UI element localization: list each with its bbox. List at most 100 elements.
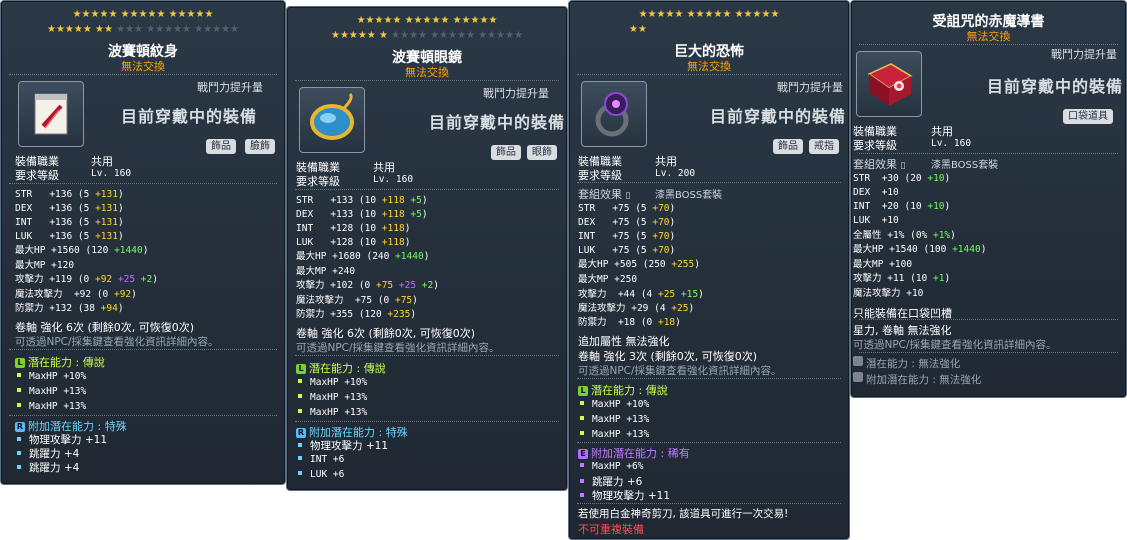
potential-header: L 潛在能力 : 傳說	[15, 354, 105, 370]
divider	[295, 189, 559, 190]
additional-potential-line: MaxHP +6%	[580, 461, 643, 472]
level-label: 要求等級	[578, 169, 622, 182]
stat-luk: LUK +128 (10 +118)	[296, 237, 411, 248]
untradeable-label: 無法交換	[687, 60, 731, 73]
divider	[9, 349, 277, 350]
stat-defense: 防禦力 +355 (120 +235)	[296, 309, 417, 320]
combat-power-label: 戰鬥力提升量	[197, 81, 263, 94]
npc-hint: 可透過NPC/採集鍵查看強化資訊詳細內容。	[853, 339, 1057, 351]
potential-line: MaxHP +10%	[298, 377, 367, 388]
additional-potential-line: 物理攻擊力 +11	[17, 432, 107, 447]
stat-str: STR +133 (10 +118 +5)	[296, 195, 428, 206]
additional-potential-line: LUK +6	[298, 469, 344, 480]
divider	[859, 352, 1118, 353]
item-tooltip-giant-terror: ★★★★★ ★★★★★ ★★★★★ ★★ 巨大的恐怖 無法交換 戰鬥力提升量 目…	[568, 0, 850, 540]
stat-str: STR +136 (5 +131)	[15, 189, 124, 200]
potential-disabled-icon	[853, 356, 863, 366]
star-scroll-info: 星力, 卷軸 無法強化	[853, 324, 952, 337]
stat-max-hp: 最大HP +505 (250 +255)	[578, 259, 700, 270]
currently-equipped-label: 目前穿戴中的裝備	[121, 107, 258, 126]
stat-max-hp: 最大HP +1680 (240 +1440)	[296, 251, 430, 262]
platinum-scissors-note: 若使用白金神奇剪刀, 該道具可進行一次交易!	[578, 508, 789, 520]
stat-int: INT +75 (5 +70)	[578, 231, 676, 242]
stat-dex: DEX +10	[853, 187, 899, 198]
star-force-row-2: ★★	[629, 24, 647, 35]
stat-attack: 攻擊力 +102 (0 +75 +25 +2)	[296, 280, 439, 291]
star-force-row-2: ★★★★★ ★★ ★★★ ★★★★★ ★★★★★	[46, 24, 240, 35]
stat-dex: DEX +133 (10 +118 +5)	[296, 209, 428, 220]
stat-max-hp: 最大HP +1540 (100 +1440)	[853, 244, 987, 255]
no-duplicate-equip-note: 不可重複裝備	[578, 523, 644, 536]
stat-max-hp: 最大HP +1560 (120 +1440)	[15, 245, 149, 256]
stat-str: STR +30 (20 +10)	[853, 173, 951, 184]
potential-line: MaxHP +13%	[17, 401, 86, 412]
stat-luk: LUK +75 (5 +70)	[578, 245, 676, 256]
slot-tag: 眼飾	[527, 145, 557, 160]
potential-line: MaxHP +10%	[17, 371, 86, 382]
stat-int: INT +20 (10 +10)	[853, 201, 951, 212]
level-label: 要求等級	[15, 169, 59, 182]
divider	[577, 182, 841, 183]
stat-magic-attack: 魔法攻擊力 +29 (4 +25)	[578, 303, 695, 314]
stat-attack: 攻擊力 +119 (0 +92 +25 +2)	[15, 274, 158, 285]
rare-badge-icon: R	[296, 428, 306, 438]
stat-defense: 防禦力 +132 (38 +94)	[15, 303, 124, 314]
spellbook-icon	[867, 63, 913, 106]
set-effect-value: 漆黑BOSS套裝	[931, 160, 999, 171]
divider	[577, 503, 841, 504]
potential-line: MaxHP +13%	[298, 392, 367, 403]
additional-potential-line: 物理攻擊力 +11	[580, 488, 670, 503]
combat-power-label: 戰鬥力提升量	[777, 81, 843, 94]
potential-line: MaxHP +10%	[580, 399, 649, 410]
additional-potential-line: 跳躍力 +4	[17, 446, 79, 461]
item-icon-frame	[581, 81, 647, 147]
stat-magic-attack: 魔法攻擊力 +75 (0 +75)	[296, 295, 418, 306]
currently-equipped-label: 目前穿戴中的裝備	[987, 77, 1124, 96]
level-value: Lv. 160	[931, 138, 972, 149]
monocle-icon	[310, 92, 354, 140]
legendary-badge-icon: L	[578, 386, 588, 396]
job-value: 共用	[373, 161, 395, 174]
set-info-icon: ▯	[625, 191, 631, 201]
stat-attack: 攻擊力 +11 (10 +1)	[853, 273, 951, 284]
star-force-row-1: ★★★★★ ★★★★★ ★★★★★	[72, 9, 214, 20]
divider	[9, 74, 277, 75]
bonus-stat-info: 追加屬性 無法強化	[578, 335, 670, 348]
stat-max-mp: 最大MP +120	[15, 260, 75, 271]
job-value: 共用	[655, 155, 677, 168]
stat-attack: 攻擊力 +44 (4 +25 +15)	[578, 289, 704, 300]
potential-line: MaxHP +13%	[580, 429, 649, 440]
npc-hint: 可透過NPC/採集鍵查看強化資訊詳細內容。	[15, 336, 219, 348]
job-value: 共用	[931, 125, 953, 138]
stat-max-mp: 最大MP +250	[578, 274, 638, 285]
divider	[577, 74, 841, 75]
item-tooltip-cursed-red-spellbook: 受詛咒的赤魔導書 無法交換 戰鬥力提升量 目前穿戴中的裝備 口袋道具 裝備職業 …	[850, 0, 1127, 398]
item-tooltip-poseidon-glasses: ★★★★★ ★★★★★ ★★★★★ ★★★★★ ★ ★★★★ ★★★★★ ★★★…	[286, 6, 568, 491]
set-effect-value: 漆黑BOSS套裝	[655, 190, 723, 201]
potential-header: L 潛在能力 : 傳說	[578, 382, 668, 398]
potential-not-available: 潛在能力 : 無法強化	[853, 356, 960, 371]
level-label: 要求等級	[296, 175, 340, 188]
stat-defense: 防禦力 +18 (0 +18)	[578, 317, 681, 328]
divider	[859, 153, 1118, 154]
untradeable-label: 無法交換	[966, 30, 1011, 43]
item-icon-frame	[299, 87, 365, 153]
divider	[9, 183, 277, 184]
item-tooltip-poseidon-tattoo: ★★★★★ ★★★★★ ★★★★★ ★★★★★ ★★ ★★★ ★★★★★ ★★★…	[0, 0, 286, 485]
currently-equipped-label: 目前穿戴中的裝備	[710, 107, 847, 126]
item-icon-frame	[856, 51, 922, 117]
category-tag: 口袋道具	[1063, 109, 1113, 124]
divider	[295, 355, 559, 356]
job-value: 共用	[91, 155, 113, 168]
item-icon-frame	[18, 81, 84, 147]
stat-magic-attack: 魔法攻擊力 +92 (0 +92)	[15, 289, 137, 300]
set-effect-label: 套組效果 ▯	[578, 188, 631, 201]
npc-hint: 可透過NPC/採集鍵查看強化資訊詳細內容。	[578, 365, 782, 377]
level-value: Lv. 200	[655, 168, 696, 179]
scroll-info: 卷軸 強化 6次 (剩餘0次, 可恢復0次)	[296, 327, 476, 340]
npc-hint: 可透過NPC/採集鍵查看強化資訊詳細內容。	[296, 342, 500, 354]
slot-tag: 戒指	[809, 139, 839, 154]
stat-int: INT +136 (5 +131)	[15, 217, 124, 228]
category-tag: 飾品	[206, 139, 236, 154]
category-tag: 飾品	[773, 139, 803, 154]
